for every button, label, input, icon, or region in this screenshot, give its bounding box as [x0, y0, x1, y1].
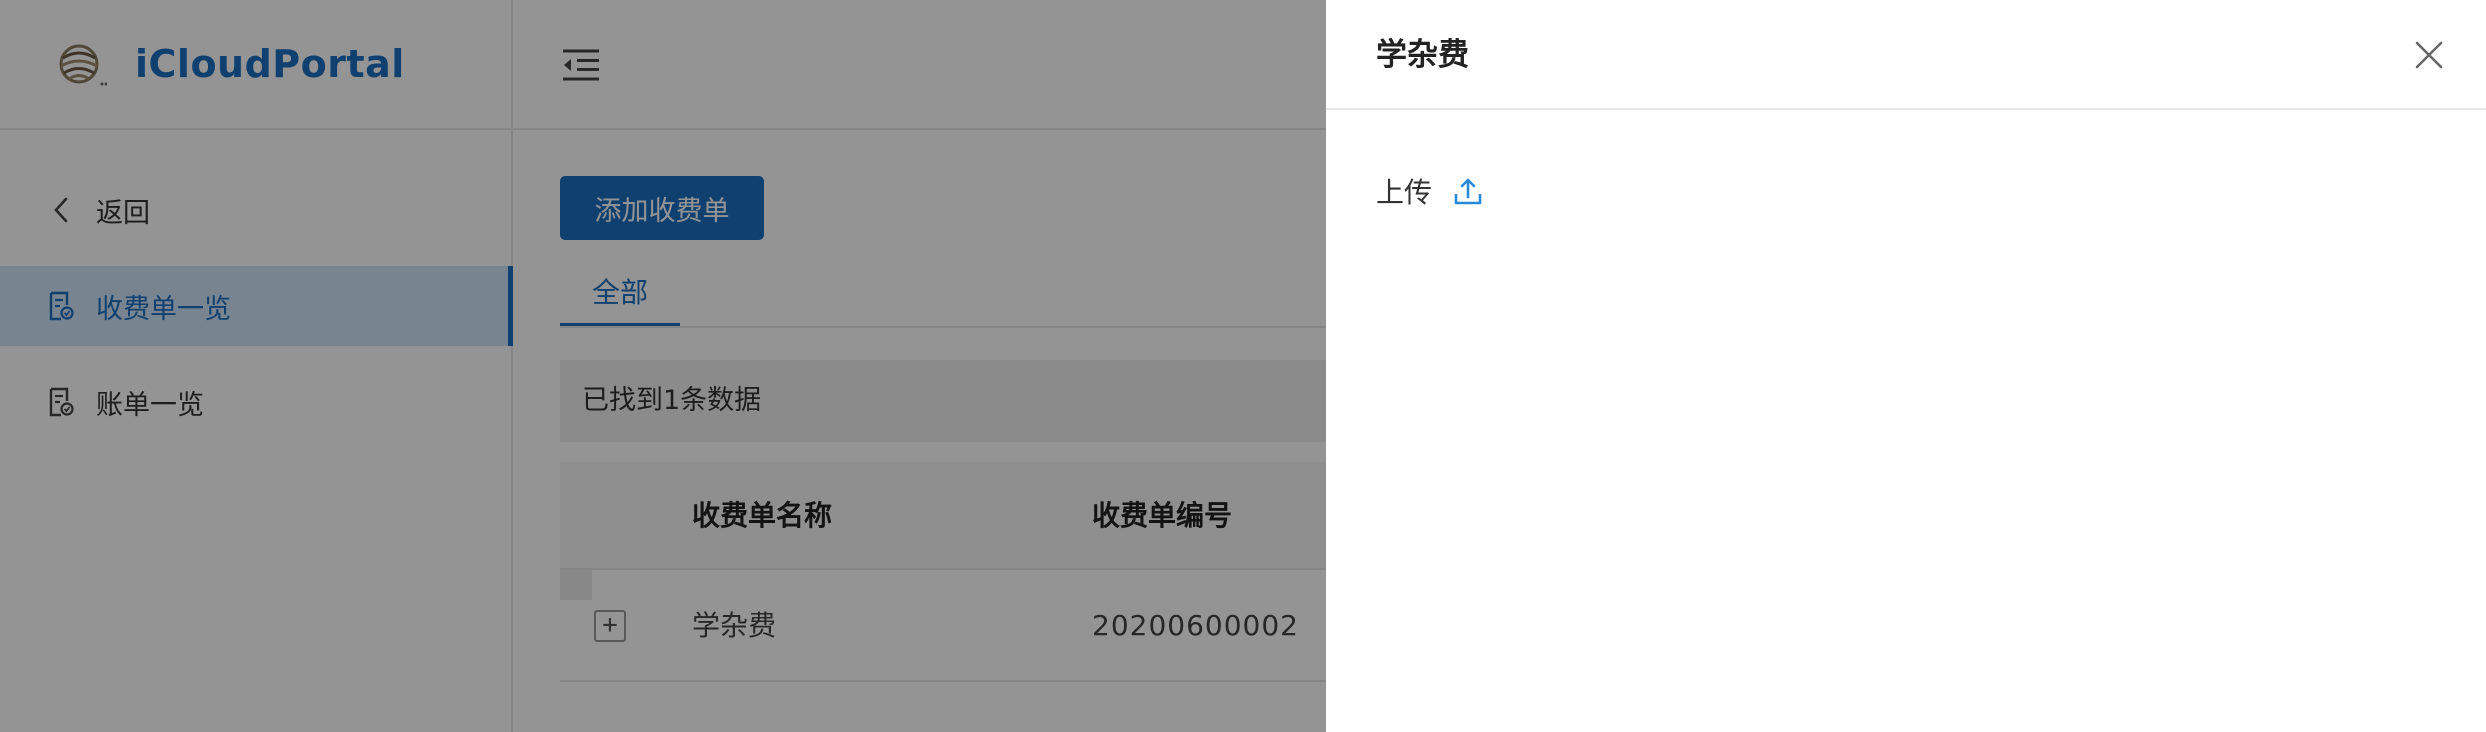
upload-icon[interactable] — [1452, 175, 1484, 207]
close-icon[interactable] — [2412, 38, 2446, 72]
drawer-backdrop[interactable] — [0, 0, 1326, 732]
detail-drawer: 学杂费 上传 — [1326, 0, 2486, 732]
upload-label: 上传 — [1376, 176, 1433, 209]
drawer-header: 学杂费 — [1326, 0, 2486, 110]
drawer-title: 学杂费 — [1376, 37, 1469, 73]
upload-row[interactable]: 上传 — [1376, 168, 1484, 214]
